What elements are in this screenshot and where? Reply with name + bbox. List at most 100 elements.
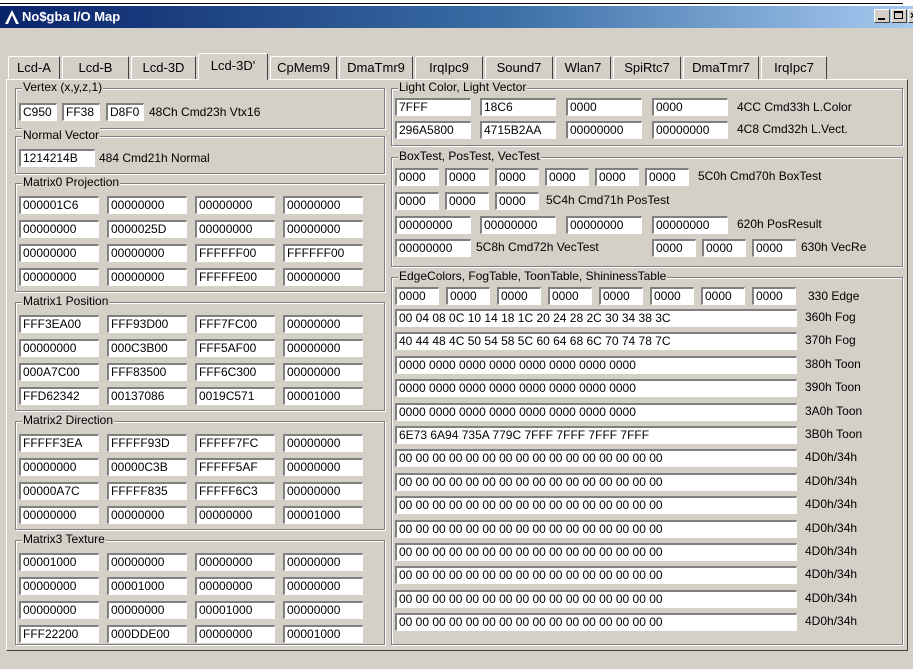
matrix3-cell[interactable]: 00001000 [195,601,275,619]
boxtest-field-0[interactable]: 0000 [395,168,439,186]
tab-lcd-a[interactable]: Lcd-A [8,56,60,79]
posresult-field-3[interactable]: 00000000 [652,216,728,234]
postest-field-1[interactable]: 0000 [445,192,489,210]
posresult-field-0[interactable]: 00000000 [395,216,471,234]
postest-field-0[interactable]: 0000 [395,192,439,210]
matrix2-cell[interactable]: 00000C3B [107,458,187,476]
tab-irqipc7[interactable]: IrqIpc7 [761,56,827,79]
minimize-button[interactable] [874,9,890,23]
matrix0-cell[interactable]: 00000000 [107,196,187,214]
matrix0-cell[interactable]: FFFFFF00 [195,244,275,262]
light-vector-field-0[interactable]: 296A5800 [395,121,471,139]
close-button[interactable]: × [908,9,913,23]
matrix1-cell[interactable]: FFF93D00 [107,315,187,333]
edge-color-field[interactable]: 0000 [701,287,745,305]
title-bar[interactable]: No$gba I/O Map × [0,6,913,28]
matrix2-cell[interactable]: FFFFF6C3 [195,482,275,500]
table-row-value[interactable]: 00 00 00 00 00 00 00 00 00 00 00 00 00 0… [395,566,797,585]
matrix3-cell[interactable]: FFF22200 [19,625,99,643]
matrix0-cell[interactable]: 00000000 [283,268,363,286]
matrix2-cell[interactable]: 00000000 [107,506,187,524]
matrix3-cell[interactable]: 00000000 [283,553,363,571]
matrix1-cell[interactable]: 00000000 [19,339,99,357]
tab-spirtc7[interactable]: SpiRtc7 [613,56,681,79]
matrix2-cell[interactable]: 00000000 [283,458,363,476]
table-row-value[interactable]: 40 44 48 4C 50 54 58 5C 60 64 68 6C 70 7… [395,332,797,351]
matrix3-cell[interactable]: 00000000 [195,553,275,571]
table-row-value[interactable]: 00 00 00 00 00 00 00 00 00 00 00 00 00 0… [395,589,797,608]
tab-irqipc9[interactable]: IrqIpc9 [415,56,483,79]
edge-color-field[interactable]: 0000 [752,287,796,305]
matrix0-cell[interactable]: 000001C6 [19,196,99,214]
vecresult-field-2[interactable]: 0000 [752,239,796,257]
matrix3-cell[interactable]: 00001000 [283,625,363,643]
vecresult-field-1[interactable]: 0000 [702,239,746,257]
tab-dmatmr7[interactable]: DmaTmr7 [683,56,759,79]
table-row-value[interactable]: 00 00 00 00 00 00 00 00 00 00 00 00 00 0… [395,449,797,468]
matrix3-cell[interactable]: 00000000 [283,577,363,595]
light-color-field-3[interactable]: 0000 [652,98,728,116]
vertex-x-field[interactable]: C950 [19,103,57,121]
normal-vector-field[interactable]: 1214214B [19,149,95,167]
matrix3-cell[interactable]: 00000000 [195,625,275,643]
table-row-value[interactable]: 00 00 00 00 00 00 00 00 00 00 00 00 00 0… [395,613,797,632]
matrix0-cell[interactable]: 00000000 [19,244,99,262]
matrix1-cell[interactable]: FFF83500 [107,363,187,381]
matrix1-cell[interactable]: FFF7FC00 [195,315,275,333]
tab-dmatmr9[interactable]: DmaTmr9 [339,56,413,79]
matrix1-cell[interactable]: 000C3B00 [107,339,187,357]
posresult-field-2[interactable]: 00000000 [566,216,642,234]
matrix1-cell[interactable]: 00001000 [283,387,363,405]
matrix1-cell[interactable]: FFF6C300 [195,363,275,381]
maximize-button[interactable] [891,9,907,23]
matrix3-cell[interactable]: 00000000 [19,601,99,619]
matrix2-cell[interactable]: 00000A7C [19,482,99,500]
matrix3-cell[interactable]: 00000000 [107,601,187,619]
edge-color-field[interactable]: 0000 [548,287,592,305]
matrix0-cell[interactable]: 00000000 [283,196,363,214]
table-row-value[interactable]: 0000 0000 0000 0000 0000 0000 0000 0000 [395,379,797,398]
matrix3-cell[interactable]: 00000000 [195,577,275,595]
boxtest-field-1[interactable]: 0000 [445,168,489,186]
table-row-value[interactable]: 00 00 00 00 00 00 00 00 00 00 00 00 00 0… [395,472,797,491]
matrix3-cell[interactable]: 00000000 [283,601,363,619]
matrix1-cell[interactable]: 0019C571 [195,387,275,405]
matrix2-cell[interactable]: 00000000 [19,506,99,524]
matrix0-cell[interactable]: 00000000 [107,244,187,262]
vectest-field[interactable]: 00000000 [395,239,471,257]
edge-color-field[interactable]: 0000 [650,287,694,305]
light-color-field-2[interactable]: 0000 [566,98,642,116]
table-row-value[interactable]: 0000 0000 0000 0000 0000 0000 0000 0000 [395,355,797,374]
matrix2-cell[interactable]: 00000000 [283,482,363,500]
matrix2-cell[interactable]: 00000000 [19,458,99,476]
matrix1-cell[interactable]: 00000000 [283,339,363,357]
edge-color-field[interactable]: 0000 [446,287,490,305]
tab-cpmem9[interactable]: CpMem9 [270,56,337,79]
matrix1-cell[interactable]: 000A7C00 [19,363,99,381]
light-color-field-0[interactable]: 7FFF [395,98,471,116]
light-color-field-1[interactable]: 18C6 [480,98,556,116]
table-row-value[interactable]: 6E73 6A94 735A 779C 7FFF 7FFF 7FFF 7FFF [395,426,797,444]
matrix0-cell[interactable]: 00000000 [19,268,99,286]
matrix0-cell[interactable]: 00000000 [195,220,275,238]
boxtest-field-5[interactable]: 0000 [645,168,689,186]
matrix3-cell[interactable]: 00000000 [107,553,187,571]
matrix0-cell[interactable]: 00000000 [107,268,187,286]
matrix2-cell[interactable]: FFFFF5AF [195,458,275,476]
tab-lcd-3d[interactable]: Lcd-3D [131,56,196,79]
matrix0-cell[interactable]: 0000025D [107,220,187,238]
matrix2-cell[interactable]: FFFFF3EA [19,434,99,452]
boxtest-field-2[interactable]: 0000 [495,168,539,186]
matrix0-cell[interactable]: FFFFFE00 [195,268,275,286]
edge-color-field[interactable]: 0000 [599,287,643,305]
matrix2-cell[interactable]: FFFFF7FC [195,434,275,452]
matrix1-cell[interactable]: FFD62342 [19,387,99,405]
postest-field-2[interactable]: 0000 [495,192,539,210]
light-vector-field-2[interactable]: 00000000 [566,121,642,139]
vertex-z-field[interactable]: D8F0 [106,103,144,121]
matrix1-cell[interactable]: FFF5AF00 [195,339,275,357]
tab-sound7[interactable]: Sound7 [485,56,553,79]
matrix1-cell[interactable]: FFF3EA00 [19,315,99,333]
table-row-value[interactable]: 00 00 00 00 00 00 00 00 00 00 00 00 00 0… [395,519,797,538]
matrix1-cell[interactable]: 00000000 [283,363,363,381]
